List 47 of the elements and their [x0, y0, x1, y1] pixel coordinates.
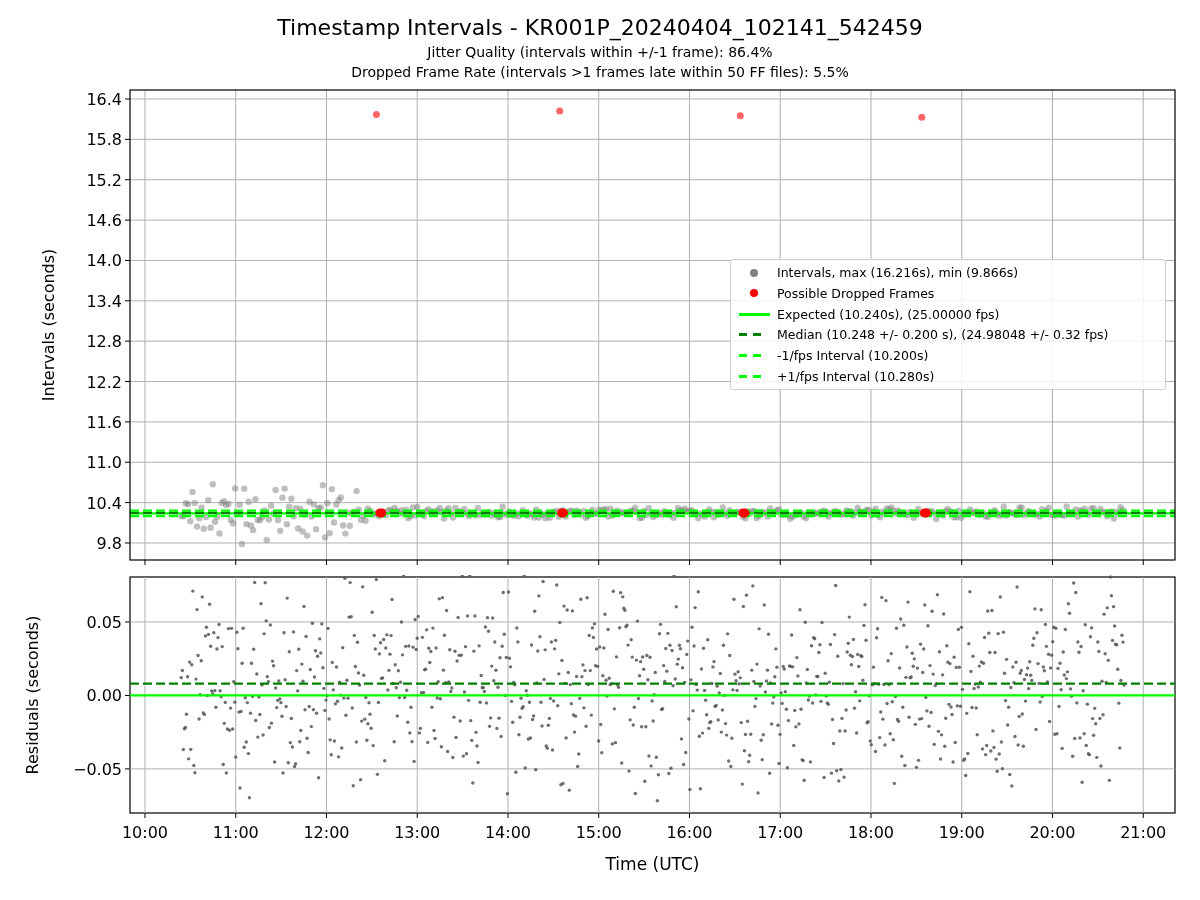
dropped-frame-cluster: [375, 508, 387, 518]
x-tick-label: 17:00: [757, 823, 804, 842]
x-tick-label: 21:00: [1120, 823, 1167, 842]
legend-label: Median (10.248 +/- 0.200 s), (24.98048 +/- 0.32 fps): [777, 327, 1109, 343]
legend-label: Intervals, max (16.216s), min (9.866s): [777, 265, 1019, 281]
legend-label: Expected (10.240s), (25.00000 fps): [777, 306, 1000, 322]
x-tick-label: 16:00: [666, 823, 713, 842]
x-tick-label: 12:00: [303, 823, 350, 842]
y-tick-label: 11.0: [86, 453, 122, 473]
legend-label: Possible Dropped Frames: [777, 285, 935, 301]
y-tick-label: 10.4: [86, 493, 122, 513]
x-tick-label: 20:00: [1029, 823, 1076, 842]
y-tick-label: 9.8: [96, 534, 122, 553]
chart-title: Timestamp Intervals - KR001P_20240404_102141_542459: [277, 14, 923, 42]
y-tick-label: 0.00: [86, 686, 122, 706]
y-tick-label: 12.2: [86, 372, 122, 392]
y-tick-label: 12.8: [86, 332, 122, 352]
y-tick-label: −0.05: [72, 759, 122, 779]
legend-label: +1/fps Interval (10.280s): [777, 368, 935, 384]
x-tick-label: 10:00: [121, 823, 169, 842]
dropped-frame-point: [736, 112, 744, 120]
y-tick-label: 11.6: [86, 412, 122, 432]
dropped-frame-point: [556, 107, 564, 115]
chart-subtitle: Jitter Quality (intervals within +/-1 frame): 86.4%: [427, 43, 773, 62]
x-tick-label: 18:00: [847, 823, 895, 842]
y-tick-label: 15.2: [86, 170, 122, 190]
legend-label: -1/fps Interval (10.200s): [777, 348, 929, 363]
y-tick-label: 16.4: [86, 90, 122, 109]
y-tick-label: 0.05: [86, 612, 122, 632]
chart-subtitle: Dropped Frame Rate (intervals >1 frames late within 50 FF files): 5.5%: [351, 63, 849, 82]
dropped-frame-cluster: [920, 508, 931, 518]
x-tick-label: 19:00: [938, 823, 985, 842]
y-tick-label: 14.0: [86, 251, 122, 271]
y-tick-label: 15.8: [86, 130, 122, 150]
dropped-frame-point: [918, 113, 926, 121]
y-axis-label: Residuals (seconds): [23, 615, 42, 775]
x-tick-label: 14:00: [484, 823, 532, 842]
x-axis-label: Time (UTC): [605, 854, 700, 874]
dropped-frame-cluster: [557, 508, 568, 518]
x-tick-label: 13:00: [394, 823, 441, 842]
y-tick-label: 13.4: [86, 291, 122, 311]
dropped-frame-cluster: [738, 508, 750, 518]
x-tick-label: 11:00: [212, 823, 259, 842]
y-tick-label: 14.6: [86, 211, 122, 231]
y-axis-label: Intervals (seconds): [39, 248, 58, 402]
x-tick-label: 15:00: [575, 823, 622, 842]
dropped-frame-point: [372, 111, 380, 118]
